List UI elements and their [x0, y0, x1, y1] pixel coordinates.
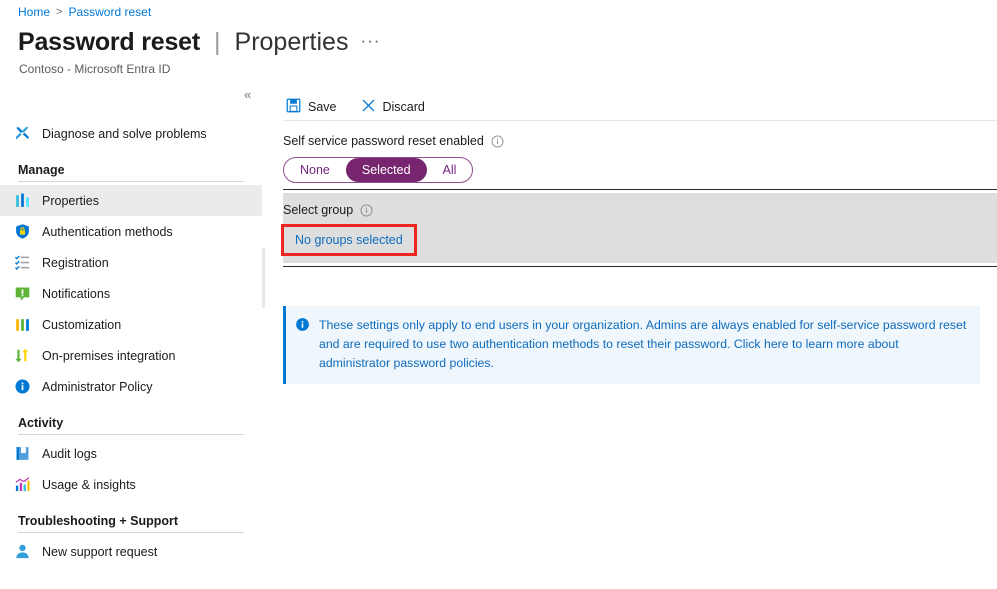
customization-bars-icon: [14, 316, 31, 333]
notification-icon: [14, 285, 31, 302]
sync-arrows-icon: [14, 347, 31, 364]
command-bar: Save Discard: [283, 92, 428, 122]
sidebar-item-properties[interactable]: Properties: [0, 185, 262, 216]
sidebar-item-registration[interactable]: Registration: [0, 247, 262, 278]
title-divider: |: [214, 28, 221, 57]
sidebar-item-administrator-policy[interactable]: Administrator Policy: [0, 371, 262, 402]
info-banner: These settings only apply to end users i…: [283, 306, 980, 384]
more-options-button[interactable]: ···: [360, 31, 380, 51]
breadcrumb-password-reset[interactable]: Password reset: [68, 5, 151, 19]
sidebar-group-divider: [18, 434, 244, 435]
sidebar-item-notifications[interactable]: Notifications: [0, 278, 262, 309]
sidebar-item-customization[interactable]: Customization: [0, 309, 262, 340]
no-groups-selected-link[interactable]: No groups selected: [281, 224, 417, 256]
close-x-icon: [361, 98, 376, 116]
sidebar-item-diagnose[interactable]: Diagnose and solve problems: [0, 118, 262, 149]
sspr-enabled-label-row: Self service password reset enabled: [283, 134, 504, 148]
sidebar-group-manage-title: Manage: [0, 163, 262, 181]
discard-label: Discard: [383, 100, 425, 114]
sidebar-item-label: Registration: [42, 256, 109, 270]
save-label: Save: [308, 100, 337, 114]
azure-portal-blade: Home > Password reset Password reset | P…: [0, 0, 997, 589]
sidebar-item-label: Audit logs: [42, 447, 97, 461]
sidebar-group-divider: [18, 181, 244, 182]
info-filled-icon: [295, 317, 310, 332]
properties-bars-icon: [14, 192, 31, 209]
sidebar-item-label: Administrator Policy: [42, 380, 152, 394]
book-icon: [14, 445, 31, 462]
info-tooltip-icon[interactable]: [491, 135, 504, 148]
sidebar-group-troubleshooting-title: Troubleshooting + Support: [0, 514, 262, 532]
sspr-option-none[interactable]: None: [284, 158, 346, 182]
chart-insights-icon: [14, 476, 31, 493]
sidebar-item-usage-insights[interactable]: Usage & insights: [0, 469, 262, 500]
save-disk-icon: [286, 98, 301, 116]
checklist-icon: [14, 254, 31, 271]
wrench-icon: [14, 125, 31, 142]
info-banner-text: These settings only apply to end users i…: [319, 316, 970, 373]
breadcrumb: Home > Password reset: [18, 5, 151, 19]
sidebar-item-audit-logs[interactable]: Audit logs: [0, 438, 262, 469]
section-divider-bottom: [283, 266, 997, 267]
sidebar-item-label: On-premises integration: [42, 349, 175, 363]
support-person-icon: [14, 543, 31, 560]
info-circle-icon: [14, 378, 31, 395]
save-button[interactable]: Save: [283, 95, 340, 119]
sidebar-item-label: Diagnose and solve problems: [42, 127, 207, 141]
sidebar: Diagnose and solve problems Manage Prope…: [0, 105, 262, 589]
sidebar-group-activity-title: Activity: [0, 416, 262, 434]
page-subtitle: Contoso - Microsoft Entra ID: [19, 62, 170, 76]
page-title: Password reset | Properties ···: [18, 28, 380, 57]
sidebar-item-label: Notifications: [42, 287, 110, 301]
command-bar-divider: [283, 120, 997, 121]
sidebar-item-label: Customization: [42, 318, 121, 332]
select-group-label-row: Select group: [283, 203, 373, 217]
discard-button[interactable]: Discard: [358, 95, 428, 119]
sidebar-item-label: Properties: [42, 194, 99, 208]
select-group-section: Select group No groups selected: [283, 193, 997, 263]
content-pane: Save Discard Self service password reset…: [262, 88, 997, 589]
collapse-sidebar-button[interactable]: «: [244, 88, 251, 101]
sidebar-group-divider: [18, 532, 244, 533]
sspr-enabled-label: Self service password reset enabled: [283, 134, 484, 148]
sidebar-item-label: Usage & insights: [42, 478, 136, 492]
sspr-option-all[interactable]: All: [427, 158, 473, 182]
sidebar-item-label: New support request: [42, 545, 157, 559]
scrollbar-indicator[interactable]: [262, 248, 265, 308]
sidebar-item-on-premises-integration[interactable]: On-premises integration: [0, 340, 262, 371]
breadcrumb-separator: >: [56, 6, 62, 18]
sspr-enabled-toggle[interactable]: None Selected All: [283, 157, 473, 183]
page-title-section: Properties: [235, 28, 349, 57]
sspr-option-selected[interactable]: Selected: [346, 158, 427, 182]
page-title-main: Password reset: [18, 28, 200, 57]
sidebar-item-new-support-request[interactable]: New support request: [0, 536, 262, 567]
sidebar-item-label: Authentication methods: [42, 225, 173, 239]
sspr-enabled-field: Self service password reset enabled None…: [283, 134, 504, 183]
sidebar-item-authentication-methods[interactable]: Authentication methods: [0, 216, 262, 247]
section-divider-top: [283, 189, 997, 190]
shield-lock-icon: [14, 223, 31, 240]
info-tooltip-icon[interactable]: [360, 204, 373, 217]
breadcrumb-home[interactable]: Home: [18, 5, 50, 19]
select-group-label: Select group: [283, 203, 353, 217]
